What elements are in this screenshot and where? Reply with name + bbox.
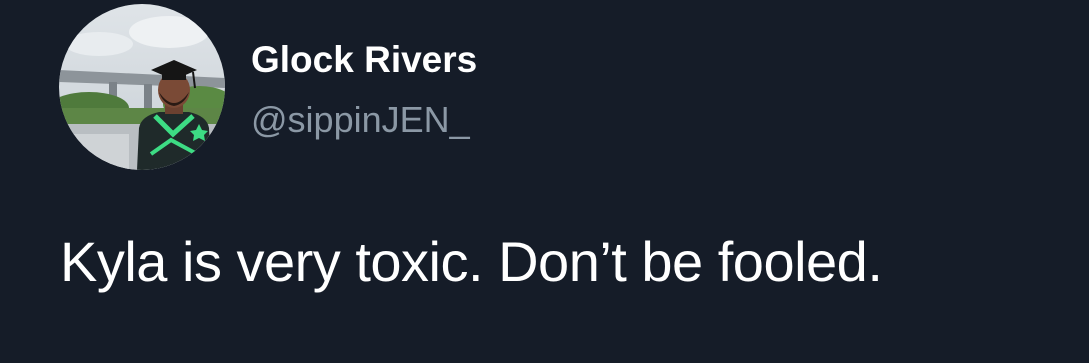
author-display-name[interactable]: Glock Rivers xyxy=(251,36,477,84)
avatar[interactable] xyxy=(59,4,225,170)
author-handle[interactable]: @sippinJEN_ xyxy=(251,97,470,143)
tweet-text: Kyla is very toxic. Don’t be fooled. xyxy=(60,230,883,293)
tweet-card: Glock Rivers @sippinJEN_ Kyla is very to… xyxy=(0,0,1089,363)
profile-photo-icon xyxy=(59,4,225,170)
